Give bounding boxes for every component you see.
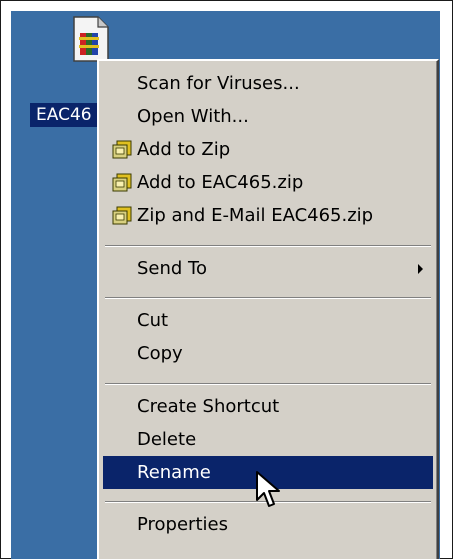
winzip-icon (112, 140, 132, 159)
menu-item-label: Copy (137, 343, 183, 364)
menu-item-copy[interactable]: Copy (103, 337, 433, 370)
menu-item-label: Cut (137, 310, 169, 331)
menu-item-label: Add to EAC465.zip (137, 172, 304, 193)
menu-item-zip-and-email[interactable]: Zip and E-Mail EAC465.zip (103, 199, 433, 232)
file-name-label[interactable]: EAC46 (30, 103, 98, 127)
menu-item-send-to[interactable]: Send To (103, 252, 433, 285)
menu-item-properties[interactable]: Properties (103, 508, 433, 541)
menu-item-open-with[interactable]: Open With... (103, 100, 433, 133)
menu-item-label: Send To (137, 258, 208, 279)
menu-item-label: Create Shortcut (137, 396, 280, 417)
menu-item-cut[interactable]: Cut (103, 304, 433, 337)
desktop: EAC46 Scan for Viruses... Open With... A… (11, 11, 440, 559)
menu-item-delete[interactable]: Delete (103, 423, 433, 456)
menu-separator (105, 297, 431, 299)
winzip-icon (112, 173, 132, 192)
menu-item-add-to-archive[interactable]: Add to EAC465.zip (103, 166, 433, 199)
menu-item-label: Open With... (137, 106, 249, 127)
menu-separator (105, 383, 431, 385)
menu-item-label: Zip and E-Mail EAC465.zip (137, 205, 374, 226)
menu-item-label: Delete (137, 429, 197, 450)
menu-item-label: Scan for Viruses... (137, 73, 300, 94)
menu-item-scan-for-viruses[interactable]: Scan for Viruses... (103, 67, 433, 100)
winzip-archive-icon[interactable] (70, 15, 110, 63)
mouse-pointer-icon (256, 471, 280, 507)
winzip-icon (112, 206, 132, 225)
menu-item-label: Properties (137, 514, 228, 535)
menu-item-label: Rename (137, 462, 211, 483)
submenu-arrow-icon (418, 264, 423, 274)
menu-item-create-shortcut[interactable]: Create Shortcut (103, 390, 433, 423)
menu-separator (105, 245, 431, 247)
menu-item-label: Add to Zip (137, 139, 231, 160)
menu-item-add-to-zip[interactable]: Add to Zip (103, 133, 433, 166)
